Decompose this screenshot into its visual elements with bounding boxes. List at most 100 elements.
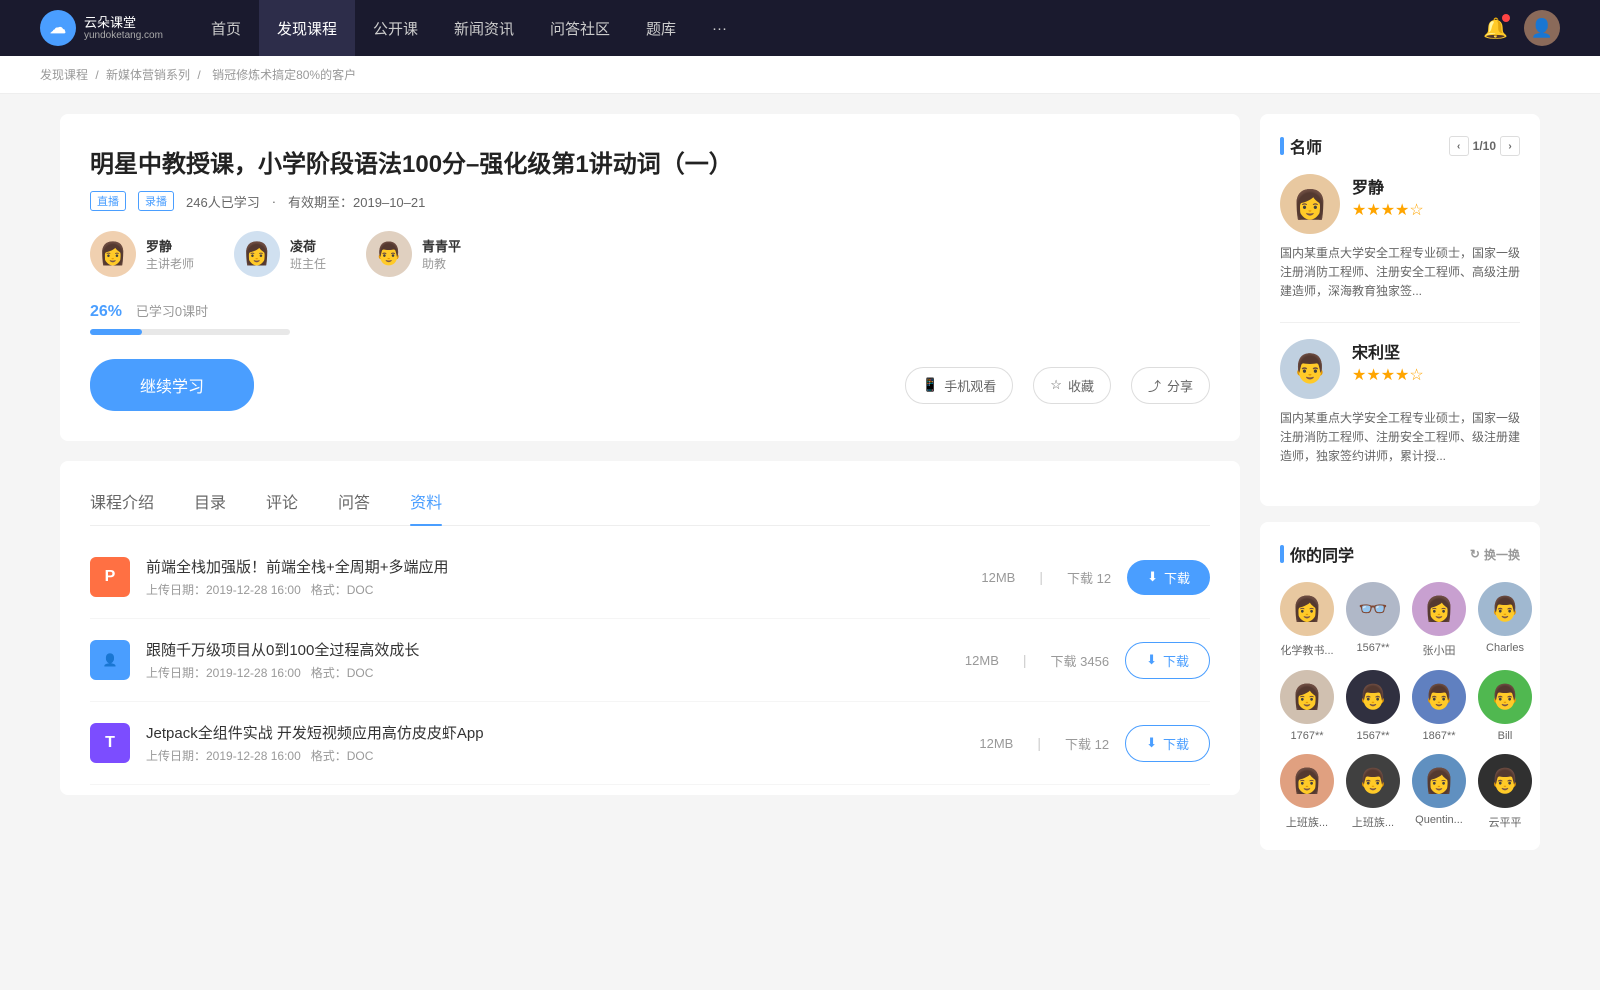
- resource-downloads-3: 下载 12: [1065, 734, 1109, 753]
- resource-size-2: 12MB: [965, 653, 999, 668]
- classmate-2-name: 1567**: [1356, 642, 1389, 654]
- continue-learning-button[interactable]: 继续学习: [90, 359, 254, 411]
- classmate-9: 👩 上班族...: [1280, 754, 1334, 830]
- classmate-2-avatar: 👓: [1346, 582, 1400, 636]
- classmate-1: 👩 化学教书...: [1280, 582, 1334, 658]
- classmate-5: 👩 1767**: [1280, 670, 1334, 742]
- classmate-12: 👨 云平平: [1478, 754, 1532, 830]
- resource-downloads-1: 下载 12: [1067, 568, 1111, 587]
- classmate-10-name: 上班族...: [1352, 814, 1394, 830]
- sidebar-teacher-1-avatar: 👩: [1280, 174, 1340, 234]
- tab-intro[interactable]: 课程介绍: [90, 477, 154, 525]
- mobile-watch-button[interactable]: 📱 手机观看: [905, 367, 1013, 404]
- classmate-7: 👨 1867**: [1412, 670, 1466, 742]
- course-students: 246人已学习: [186, 192, 260, 211]
- resource-info-2: 跟随千万级项目从0到100全过程高效成长 上传日期：2019-12-28 16:…: [146, 639, 949, 681]
- logo-sub: yundoketang.com: [84, 30, 163, 41]
- sidebar-teacher-2-stars: ★★★★☆: [1352, 365, 1424, 385]
- share-button[interactable]: ⤴ 分享: [1131, 367, 1210, 404]
- refresh-classmates-button[interactable]: ↻ 换一换: [1470, 546, 1520, 563]
- download-button-1[interactable]: ⬇ 下载: [1127, 560, 1210, 595]
- classmate-6-name: 1567**: [1356, 730, 1389, 742]
- progress-bar-bg: [90, 329, 290, 335]
- page-prev-button[interactable]: ‹: [1449, 136, 1469, 156]
- logo-text: 云朵课堂: [84, 15, 163, 31]
- download-button-2[interactable]: ⬇ 下载: [1125, 642, 1210, 679]
- refresh-icon: ↻: [1470, 547, 1480, 561]
- notification-bell[interactable]: 🔔: [1483, 16, 1508, 41]
- page-next-button[interactable]: ›: [1500, 136, 1520, 156]
- classmate-9-avatar: 👩: [1280, 754, 1334, 808]
- resource-meta-2: 上传日期：2019-12-28 16:00 格式：DOC: [146, 664, 949, 681]
- classmate-8-name: Bill: [1498, 730, 1513, 742]
- tab-catalog[interactable]: 目录: [194, 477, 226, 525]
- resource-meta-1: 上传日期：2019-12-28 16:00 格式：DOC: [146, 581, 965, 598]
- classmate-1-avatar: 👩: [1280, 582, 1334, 636]
- course-validity: 有效期至：2019–10–21: [288, 192, 425, 211]
- progress-learned: 已学习0课时: [136, 304, 208, 319]
- course-meta: 直播 录播 246人已学习 · 有效期至：2019–10–21: [90, 191, 1210, 211]
- teacher-1-name: 罗静: [146, 236, 194, 255]
- sidebar-teacher-1-name: 罗静: [1352, 174, 1424, 198]
- resource-meta-3: 上传日期：2019-12-28 16:00 格式：DOC: [146, 747, 963, 764]
- share-icon: ⤴: [1148, 376, 1161, 395]
- nav-discover[interactable]: 发现课程: [259, 0, 355, 56]
- tabs-bar: 课程介绍 目录 评论 问答 资料: [90, 461, 1210, 526]
- breadcrumb-current: 销冠修炼术搞定80%的客户: [212, 68, 356, 82]
- collect-button[interactable]: ☆ 收藏: [1033, 367, 1111, 404]
- navigation: ☁ 云朵课堂 yundoketang.com 首页 发现课程 公开课 新闻资讯 …: [0, 0, 1600, 56]
- resource-item-2: 👤 跟随千万级项目从0到100全过程高效成长 上传日期：2019-12-28 1…: [90, 619, 1210, 702]
- classmates-card: 你的同学 ↻ 换一换 👩 化学教书... 👓 1567** 👩 张小田: [1260, 522, 1540, 850]
- progress-pct: 26%: [90, 303, 122, 320]
- download-icon-1: ⬇: [1147, 569, 1158, 585]
- classmate-4-name: Charles: [1486, 642, 1524, 654]
- breadcrumb-discover[interactable]: 发现课程: [40, 68, 88, 82]
- classmate-6: 👨 1567**: [1346, 670, 1400, 742]
- sidebar-teacher-2-avatar: 👨: [1280, 339, 1340, 399]
- teacher-3: 👨 青青平 助教: [366, 231, 461, 277]
- tab-qa[interactable]: 问答: [338, 477, 370, 525]
- classmate-3-name: 张小田: [1423, 642, 1456, 658]
- classmate-12-avatar: 👨: [1478, 754, 1532, 808]
- classmate-3-avatar: 👩: [1412, 582, 1466, 636]
- download-button-3[interactable]: ⬇ 下载: [1125, 725, 1210, 762]
- teacher-1-avatar: 👩: [90, 231, 136, 277]
- breadcrumb-series[interactable]: 新媒体营销系列: [106, 68, 190, 82]
- progress-bar-fill: [90, 329, 142, 335]
- classmate-1-name: 化学教书...: [1280, 642, 1333, 658]
- teacher-2-avatar: 👩: [234, 231, 280, 277]
- logo[interactable]: ☁ 云朵课堂 yundoketang.com: [40, 10, 163, 46]
- teacher-3-role: 助教: [422, 255, 461, 272]
- classmates-header: 你的同学 ↻ 换一换: [1280, 542, 1520, 566]
- sidebar: 名师 ‹ 1/10 › 👩 罗静 ★★★★☆ 国内某重点大学安全工程专业硕士，国…: [1260, 114, 1540, 866]
- classmate-12-name: 云平平: [1489, 814, 1522, 830]
- breadcrumb: 发现课程 / 新媒体营销系列 / 销冠修炼术搞定80%的客户: [0, 56, 1600, 94]
- nav-home[interactable]: 首页: [193, 0, 259, 56]
- resource-info-1: 前端全栈加强版！前端全栈+全周期+多端应用 上传日期：2019-12-28 16…: [146, 556, 965, 598]
- resource-name-2: 跟随千万级项目从0到100全过程高效成长: [146, 639, 949, 660]
- teachers-pagination: ‹ 1/10 ›: [1449, 136, 1520, 156]
- user-avatar[interactable]: 👤: [1524, 10, 1560, 46]
- nav-quiz[interactable]: 题库: [628, 0, 694, 56]
- nav-more[interactable]: ···: [694, 0, 745, 56]
- resource-icon-3: T: [90, 723, 130, 763]
- classmate-5-name: 1767**: [1290, 730, 1323, 742]
- progress-section: 26% 已学习0课时: [90, 301, 1210, 335]
- classmate-4: 👨 Charles: [1478, 582, 1532, 658]
- course-header-card: 明星中教授课，小学阶段语法100分–强化级第1讲动词（一） 直播 录播 246人…: [60, 114, 1240, 441]
- classmate-11: 👩 Quentin...: [1412, 754, 1466, 830]
- teacher-3-avatar: 👨: [366, 231, 412, 277]
- classmate-8-avatar: 👨: [1478, 670, 1532, 724]
- course-teachers: 👩 罗静 主讲老师 👩 凌荷 班主任 👨 青青平: [90, 231, 1210, 277]
- nav-open[interactable]: 公开课: [355, 0, 436, 56]
- teachers-card: 名师 ‹ 1/10 › 👩 罗静 ★★★★☆ 国内某重点大学安全工程专业硕士，国…: [1260, 114, 1540, 506]
- nav-qa[interactable]: 问答社区: [532, 0, 628, 56]
- nav-news[interactable]: 新闻资讯: [436, 0, 532, 56]
- badge-record: 录播: [138, 191, 174, 211]
- resource-info-3: Jetpack全组件实战 开发短视频应用高仿皮皮虾App 上传日期：2019-1…: [146, 722, 963, 764]
- sidebar-teacher-2: 👨 宋利坚 ★★★★☆ 国内某重点大学安全工程专业硕士，国家一级注册消防工程师、…: [1280, 339, 1520, 467]
- action-buttons: 📱 手机观看 ☆ 收藏 ⤴ 分享: [905, 367, 1210, 404]
- resource-downloads-2: 下载 3456: [1051, 651, 1110, 670]
- tab-resources[interactable]: 资料: [410, 477, 442, 525]
- tab-comments[interactable]: 评论: [266, 477, 298, 525]
